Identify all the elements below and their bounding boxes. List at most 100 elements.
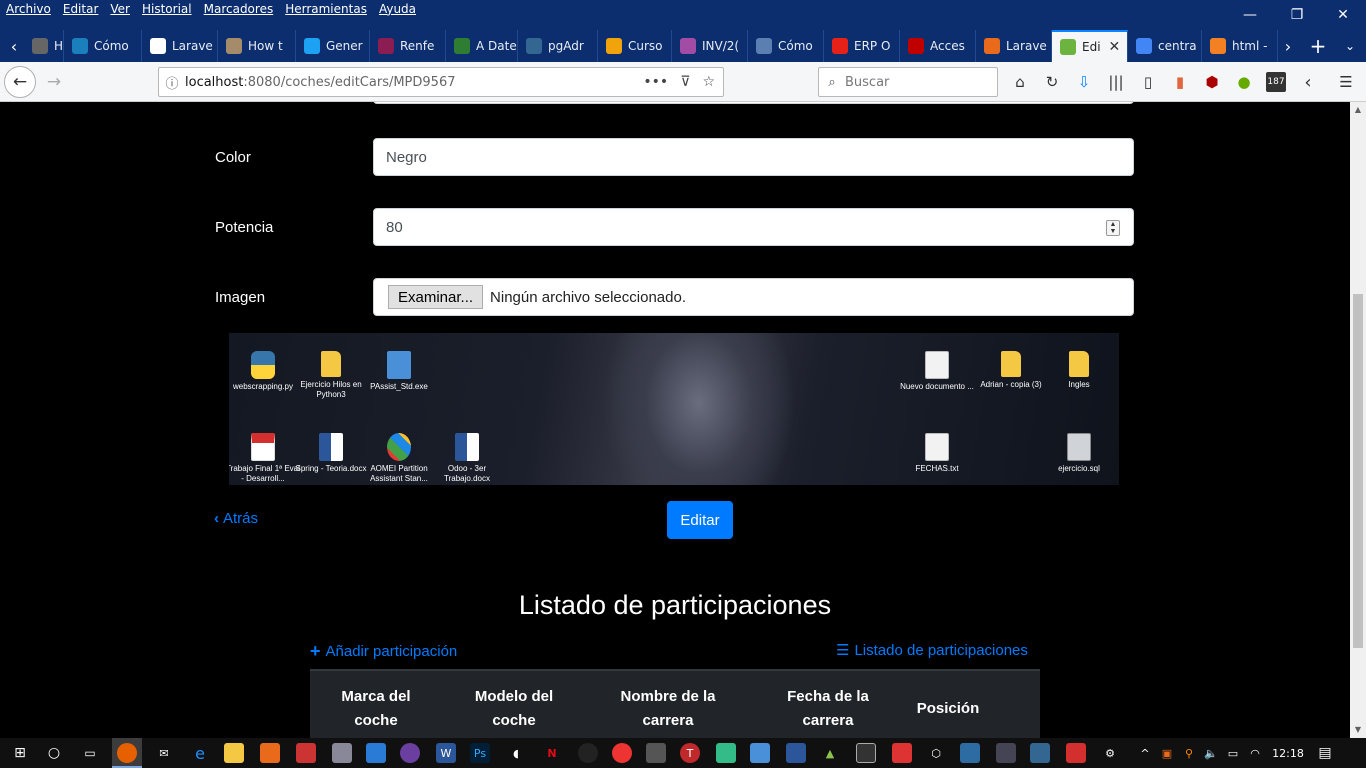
new-tab-icon[interactable]: + (1306, 30, 1330, 62)
android-studio-icon[interactable]: ▲ (820, 743, 840, 763)
forward-icon[interactable]: → (38, 66, 70, 98)
app-icon-14[interactable] (996, 743, 1016, 763)
browser-tab[interactable]: Cómo (748, 30, 824, 62)
reload-icon[interactable]: ↻ (1042, 72, 1062, 92)
scrollbar-thumb[interactable] (1353, 294, 1363, 648)
app-icon-13[interactable] (960, 743, 980, 763)
action-center-icon[interactable]: ▤ (1310, 745, 1340, 761)
app-icon-2[interactable] (332, 743, 352, 763)
edge-icon[interactable]: e (190, 743, 210, 763)
browser-tab[interactable]: How t (24, 30, 64, 62)
close-window-button[interactable]: ✕ (1320, 0, 1366, 30)
pocket-icon[interactable]: ⊽ (680, 74, 690, 90)
tab-close-icon[interactable]: ✕ (1109, 39, 1121, 55)
app-icon-3[interactable] (400, 743, 420, 763)
sidebar-icon[interactable]: ▯ (1138, 72, 1158, 92)
browser-tab[interactable]: ERP O (824, 30, 900, 62)
browser-tab[interactable]: Cómo (64, 30, 142, 62)
battery-icon[interactable]: ▭ (1222, 747, 1244, 760)
greasemonkey-icon[interactable]: ● (1234, 72, 1254, 92)
tab-scroll-left-icon[interactable]: ‹ (2, 30, 26, 62)
back-icon[interactable]: ← (4, 66, 36, 98)
firefox-taskbar-icon[interactable] (117, 743, 137, 763)
menu-ver[interactable]: Ver (110, 2, 130, 16)
number-spinner-icon[interactable]: ▲ ▼ (1106, 220, 1120, 236)
cmd-icon[interactable] (856, 743, 876, 763)
acrobat-icon[interactable] (1066, 743, 1086, 763)
wifi-icon[interactable]: ◠ (1244, 747, 1266, 760)
tray-chevron-icon[interactable]: ^ (1134, 747, 1156, 760)
menu-archivo[interactable]: Archivo (6, 2, 51, 16)
app-icon-1[interactable] (296, 743, 316, 763)
volume-icon[interactable]: 🔈 (1200, 747, 1222, 760)
file-input[interactable]: Examinar... Ningún archivo seleccionado. (373, 278, 1134, 316)
back-link[interactable]: ‹ Atrás (214, 510, 258, 527)
previous-field[interactable] (373, 102, 1134, 104)
pgadmin-icon[interactable] (1030, 743, 1050, 763)
explorer-icon[interactable] (224, 743, 244, 763)
scroll-up-icon[interactable]: ▲ (1350, 102, 1366, 118)
xampp-icon[interactable] (260, 743, 280, 763)
browse-button[interactable]: Examinar... (388, 285, 484, 309)
app-icon-12[interactable]: ⬡ (926, 743, 946, 763)
browser-tab[interactable]: Larave (142, 30, 218, 62)
minimize-button[interactable]: — (1227, 0, 1273, 30)
overflow-chevron-icon[interactable]: ‹ (1298, 72, 1318, 93)
ublock-icon[interactable]: ⬢ (1202, 72, 1222, 92)
page-scrollbar[interactable]: ▲ ▼ (1350, 102, 1366, 738)
browser-tab[interactable]: Acces (900, 30, 976, 62)
restore-button[interactable]: ❐ (1274, 0, 1320, 30)
color-input[interactable]: Negro (373, 138, 1134, 176)
notifications-badge[interactable]: 187 (1266, 72, 1286, 92)
app-icon-10[interactable] (786, 743, 806, 763)
app-icon-7[interactable]: T (680, 743, 700, 763)
site-info-icon[interactable]: ⓘ (159, 73, 185, 92)
task-view-icon[interactable]: ▭ (80, 743, 100, 763)
menu-marcadores[interactable]: Marcadores (204, 2, 274, 16)
windows-start-icon[interactable]: ⊞ (10, 743, 30, 763)
app-icon-5[interactable] (612, 743, 632, 763)
word-icon[interactable]: W (436, 743, 456, 763)
scroll-down-icon[interactable]: ▼ (1350, 722, 1366, 738)
tray-key-icon[interactable]: ⚲ (1178, 747, 1200, 760)
clock[interactable]: 12:18 (1266, 747, 1310, 760)
photoshop-icon[interactable]: Ps (470, 743, 490, 763)
browser-tab[interactable]: INV/2( (672, 30, 748, 62)
app-icon-9[interactable] (750, 743, 770, 763)
home-icon[interactable]: ⌂ (1010, 72, 1030, 92)
extension-icon[interactable]: ▮ (1170, 72, 1190, 92)
browser-tab[interactable]: centra (1128, 30, 1202, 62)
tab-scroll-right-icon[interactable]: › (1276, 30, 1300, 62)
menu-historial[interactable]: Historial (142, 2, 192, 16)
bookmark-star-icon[interactable]: ☆ (702, 74, 715, 90)
url-bar[interactable]: ⓘ localhost:8080/coches/editCars/MPD9567… (158, 67, 724, 97)
browser-tab[interactable]: Larave (976, 30, 1052, 62)
downloads-icon[interactable]: ⇩ (1074, 72, 1094, 92)
browser-tab[interactable]: Edi ✕ (1052, 30, 1128, 62)
netflix-icon[interactable]: N (542, 743, 562, 763)
browser-tab[interactable]: html - (1202, 30, 1278, 62)
app-icon-4[interactable] (578, 743, 598, 763)
speaker-app-icon[interactable]: ◖ (506, 743, 526, 763)
potencia-input[interactable]: 80 ▲ ▼ (373, 208, 1134, 246)
vscode-icon[interactable] (366, 743, 386, 763)
app-icon-8[interactable] (716, 743, 736, 763)
browser-tab[interactable]: How t (218, 30, 296, 62)
list-participations-link[interactable]: ☰ Listado de participaciones (836, 641, 1028, 660)
browser-tab[interactable]: A Date (446, 30, 518, 62)
mail-icon[interactable]: ✉ (154, 743, 174, 763)
browser-tab[interactable]: Renfe (370, 30, 446, 62)
browser-tab[interactable]: Gener (296, 30, 370, 62)
library-icon[interactable]: ||| (1106, 72, 1126, 92)
menu-herramientas[interactable]: Herramientas (285, 2, 367, 16)
hamburger-menu-icon[interactable]: ☰ (1336, 72, 1356, 92)
browser-tab[interactable]: pgAdr (518, 30, 598, 62)
cortana-icon[interactable]: ○ (44, 743, 64, 763)
app-icon-6[interactable] (646, 743, 666, 763)
app-icon-11[interactable] (892, 743, 912, 763)
tray-xampp-icon[interactable]: ▣ (1156, 747, 1178, 760)
settings-gear-icon[interactable]: ⚙ (1100, 743, 1120, 763)
browser-tab[interactable]: Curso (598, 30, 672, 62)
search-bar[interactable]: ⌕ Buscar (818, 67, 998, 97)
page-actions-icon[interactable]: ••• (643, 74, 668, 90)
